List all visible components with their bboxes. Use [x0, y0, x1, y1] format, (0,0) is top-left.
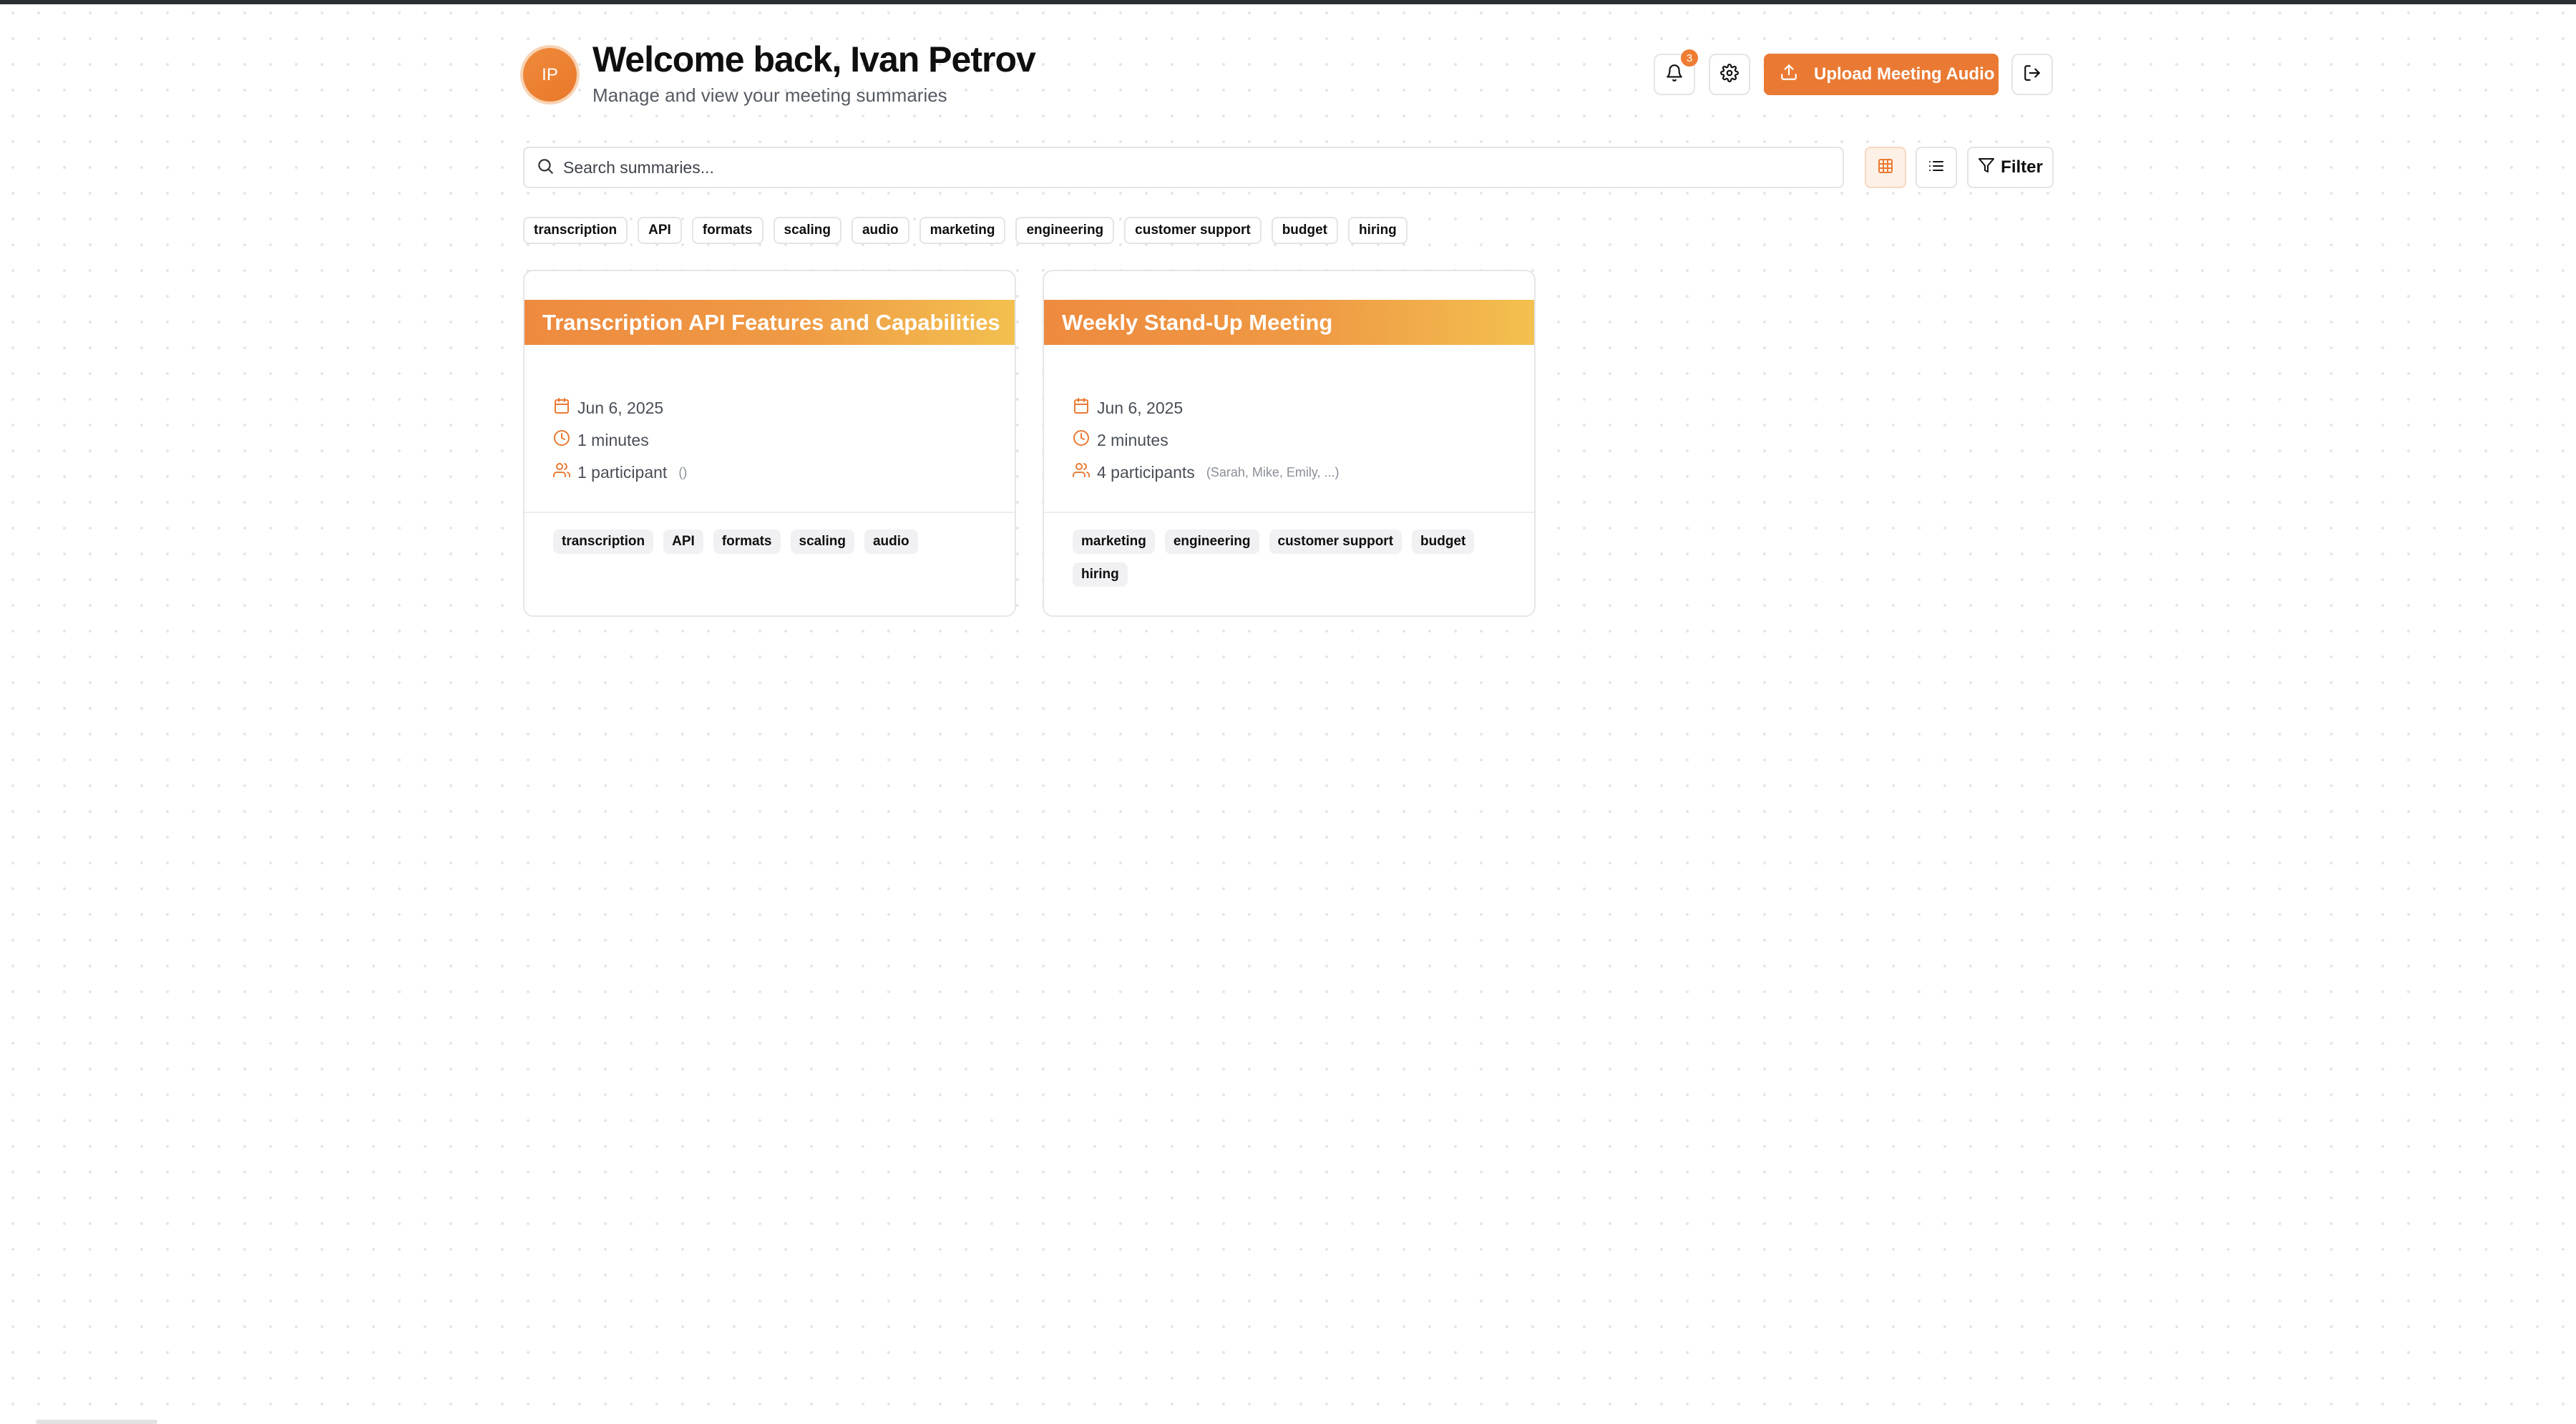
grid-icon: [1877, 157, 1894, 178]
settings-button[interactable]: [1709, 54, 1750, 95]
avatar[interactable]: IP: [523, 48, 577, 102]
card-tag[interactable]: marketing: [1073, 530, 1155, 554]
upload-icon: [1780, 63, 1798, 87]
summary-date: Jun 6, 2025: [553, 397, 663, 419]
tag-filter-chip[interactable]: API: [638, 217, 682, 244]
tag-filter-chip[interactable]: scaling: [773, 217, 841, 244]
participants-count: 4 participants: [1097, 462, 1195, 482]
summary-card[interactable]: Weekly Stand-Up Meeting Jun 6, 2025 2 mi…: [1043, 270, 1536, 617]
card-tag[interactable]: API: [663, 530, 703, 554]
logout-button[interactable]: [2011, 54, 2053, 95]
tag-filter-chip[interactable]: marketing: [919, 217, 1006, 244]
card-tag[interactable]: engineering: [1164, 530, 1259, 554]
calendar-icon: [553, 397, 570, 419]
gear-icon: [1720, 63, 1739, 86]
tag-filter-chip[interactable]: budget: [1271, 217, 1339, 244]
filter-label: Filter: [2001, 157, 2043, 177]
card-tag[interactable]: customer support: [1269, 530, 1402, 554]
card-tag[interactable]: hiring: [1073, 562, 1128, 587]
summary-participants: 4 participants (Sarah, Mike, Emily, ...): [1073, 462, 1340, 483]
duration-text: 2 minutes: [1097, 430, 1169, 449]
clock-icon: [1073, 429, 1090, 451]
summary-card-title: Transcription API Features and Capabilit…: [525, 300, 1015, 345]
tag-filter-chip[interactable]: hiring: [1348, 217, 1407, 244]
list-icon: [1928, 157, 1945, 178]
summary-date: Jun 6, 2025: [1073, 397, 1183, 419]
search-bar: [523, 147, 1844, 188]
summary-card-title: Weekly Stand-Up Meeting: [1044, 300, 1534, 345]
card-tag[interactable]: audio: [864, 530, 918, 554]
card-tags: marketing engineering customer support b…: [1073, 530, 1516, 587]
filter-icon: [1978, 157, 1995, 179]
card-tags: transcription API formats scaling audio: [553, 530, 997, 554]
tag-filter-chip[interactable]: engineering: [1015, 217, 1115, 244]
bell-icon: [1665, 64, 1684, 86]
search-icon: [536, 157, 555, 179]
card-tag[interactable]: scaling: [790, 530, 854, 554]
participants-count: 1 participant: [577, 462, 668, 482]
date-text: Jun 6, 2025: [577, 398, 664, 417]
users-icon: [553, 462, 570, 483]
card-divider: [1044, 512, 1534, 513]
notifications-button[interactable]: 3: [1654, 49, 1698, 95]
upload-label: Upload Meeting Audio: [1814, 64, 1995, 84]
upload-meeting-audio-button[interactable]: Upload Meeting Audio: [1764, 54, 1999, 95]
page-title: Welcome back, Ivan Petrov: [592, 39, 1036, 79]
card-tag[interactable]: transcription: [553, 530, 654, 554]
summary-participants: 1 participant (): [553, 462, 687, 483]
tag-filter-chip[interactable]: formats: [691, 217, 763, 244]
summary-duration: 2 minutes: [1073, 429, 1169, 451]
card-tag[interactable]: formats: [713, 530, 781, 554]
window-top-bar: [0, 0, 2576, 4]
grid-view-button[interactable]: [1865, 147, 1906, 188]
users-icon: [1073, 462, 1090, 483]
notification-badge: 3: [1681, 49, 1698, 67]
search-input[interactable]: [563, 157, 1780, 177]
card-tag[interactable]: budget: [1412, 530, 1475, 554]
card-divider: [525, 512, 1015, 513]
page-header: IP Welcome back, Ivan Petrov Manage and …: [523, 39, 2054, 117]
tag-filter-chip[interactable]: customer support: [1124, 217, 1262, 244]
clock-icon: [553, 429, 570, 451]
date-text: Jun 6, 2025: [1097, 398, 1184, 417]
tag-filter-chip[interactable]: audio: [851, 217, 909, 244]
tag-filter-chip[interactable]: transcription: [523, 217, 628, 244]
summary-card[interactable]: Transcription API Features and Capabilit…: [523, 270, 1016, 617]
participants-names: (Sarah, Mike, Emily, ...): [1206, 464, 1340, 479]
horizontal-scrollbar[interactable]: [36, 1420, 157, 1424]
duration-text: 1 minutes: [577, 430, 649, 449]
page-subtitle: Manage and view your meeting summaries: [592, 84, 947, 106]
filter-button[interactable]: Filter: [1967, 147, 2054, 188]
participants-names: (): [678, 464, 688, 479]
logout-icon: [2023, 64, 2041, 86]
calendar-icon: [1073, 397, 1090, 419]
summary-duration: 1 minutes: [553, 429, 649, 451]
tag-filter-row: transcription API formats scaling audio …: [523, 217, 1407, 244]
list-view-button[interactable]: [1916, 147, 1957, 188]
